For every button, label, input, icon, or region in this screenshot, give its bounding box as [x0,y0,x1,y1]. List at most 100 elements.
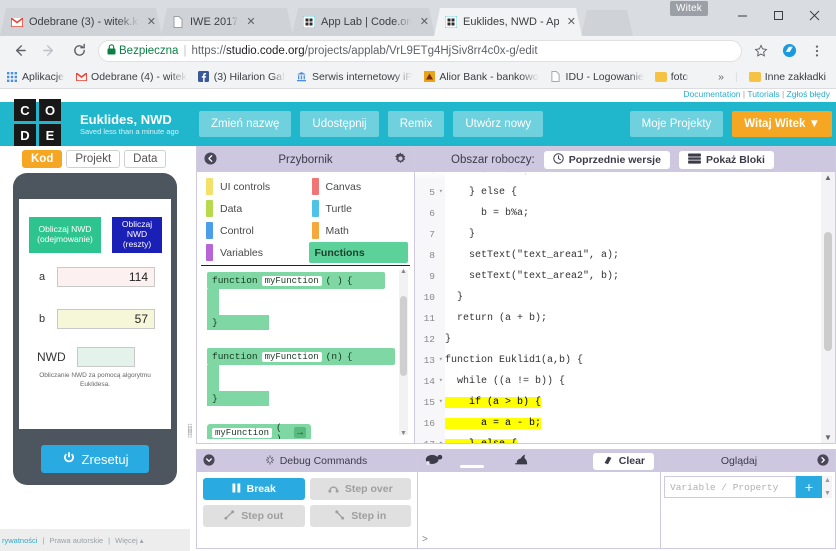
code-line[interactable]: return (a + b); [445,308,819,329]
scrollbar-thumb[interactable] [400,296,407,376]
bookmarks-overflow-button[interactable]: » [718,71,724,83]
bookmark-item[interactable]: Aplikacje [6,71,64,83]
tab-close-icon[interactable]: ✕ [147,17,156,28]
turtle-icon[interactable] [424,452,444,471]
code-line[interactable]: setText("text_area1", a); [445,245,819,266]
back-arrow-icon[interactable] [204,151,217,168]
create-new-button[interactable]: Utwórz nowy [453,111,544,137]
previous-versions-button[interactable]: Poprzednie wersje [543,150,670,169]
gear-icon[interactable] [394,151,407,168]
tab-close-icon[interactable]: ✕ [567,17,576,28]
block-name[interactable]: myFunction [261,275,322,286]
watch-input[interactable]: Variable / Property [664,476,796,498]
code-line[interactable]: while ((a != b)) { [445,371,819,392]
scroll-up-icon[interactable]: ▲ [400,268,407,275]
share-button[interactable]: Udostępnij [300,111,379,137]
clear-console-button[interactable]: Clear [592,452,655,470]
bookmark-item[interactable]: (3) Hilarion Gaf [198,71,285,83]
field-a-input[interactable]: 114 [57,267,155,287]
maximize-button[interactable] [760,0,796,30]
scroll-down-icon[interactable]: ▼ [400,430,407,437]
tab-data[interactable]: Data [124,150,167,168]
fold-marker[interactable]: ▾ [439,371,443,392]
code-line[interactable]: } [445,329,819,350]
remix-button[interactable]: Remix [387,111,445,137]
fold-marker[interactable]: ▾ [439,392,443,413]
browser-tab[interactable]: Odebrane (3) - witek.kra ✕ [0,8,162,36]
code-line[interactable]: } else { [445,434,819,443]
code-line[interactable]: setText("text_area2", b); [445,266,819,287]
scroll-down-icon[interactable]: ▼ [824,490,831,497]
close-button[interactable] [796,0,832,30]
reload-button[interactable] [68,40,90,62]
calc-subtract-button[interactable]: Obliczaj NWD (odejmowanie) [29,217,101,253]
tab-kod[interactable]: Kod [22,150,63,168]
bookmark-item[interactable]: Odebrane (4) - witek [75,71,187,83]
address-bar[interactable]: Bezpieczna | https://studio.code.org/pro… [98,39,742,62]
code-line[interactable]: } [445,224,819,245]
code-area[interactable]: 4 5▾ 6 7 8 9 10 11 12 13▾ 14▾ 15▾ [415,172,835,443]
category-variables[interactable]: Variables [203,242,303,263]
category-math[interactable]: Math [309,220,409,241]
bookmark-star-icon[interactable] [750,40,772,62]
code-text[interactable]: a = a%b; } else { b = b%a; } setText("te… [445,172,819,443]
block-call-function[interactable]: myFunction ( ) → [207,422,311,439]
break-button[interactable]: Break [203,478,305,500]
code-line[interactable]: a = a - b; [445,413,819,434]
my-projects-button[interactable]: Moje Projekty [629,111,724,137]
block-function-noargs[interactable]: function myFunction ( ) { } [207,272,385,330]
rename-button[interactable]: Zmień nazwę [199,111,292,137]
user-menu-button[interactable]: Witaj Witek ▼ [732,111,832,137]
step-over-button[interactable]: Step over [309,478,411,500]
extension-icon[interactable] [778,40,800,62]
watch-scrollbar[interactable]: ▲ ▼ [822,476,832,498]
browser-tab[interactable]: App Lab | Code.org ✕ [292,8,435,36]
chevron-down-icon[interactable] [203,453,215,469]
code-line[interactable]: function Euklid1(a,b) { [445,350,819,371]
forward-button[interactable] [38,40,60,62]
browser-tab[interactable]: IWE 2017 ✕ [161,8,293,36]
new-tab-button[interactable] [581,10,633,36]
documentation-link[interactable]: Documentation [683,89,740,99]
tab-close-icon[interactable]: ✕ [420,17,429,28]
chevron-right-icon[interactable] [817,453,829,469]
watch-add-button[interactable]: + [796,476,822,498]
scroll-up-icon[interactable]: ▲ [824,477,831,484]
rabbit-icon[interactable] [508,452,528,471]
category-turtle[interactable]: Turtle [309,198,409,219]
chrome-menu-icon[interactable] [806,40,828,62]
show-blocks-button[interactable]: Pokaż Bloki [678,150,774,169]
field-b-input[interactable]: 57 [57,309,155,329]
calc-modulo-button[interactable]: Obliczaj NWD (reszty) [112,217,162,253]
browser-tab-active[interactable]: Euklides, NWD - App Lab ✕ [434,8,582,36]
back-button[interactable] [8,40,30,62]
privacy-link[interactable]: rywatności [2,536,37,545]
code-line[interactable]: if (a > b) { [445,392,819,413]
more-link[interactable]: Więcej ▴ [115,536,143,545]
tab-close-icon[interactable]: ✕ [246,17,255,28]
block-name[interactable]: myFunction [261,351,322,362]
code-line[interactable]: b = b%a; [445,203,819,224]
copyright-link[interactable]: Prawa autorskie [49,536,103,545]
block-name[interactable]: myFunction [212,427,273,438]
minimize-button[interactable] [724,0,760,30]
slider-track[interactable] [460,465,485,468]
category-canvas[interactable]: Canvas [309,176,409,197]
fold-marker[interactable]: ▾ [439,182,443,203]
step-in-button[interactable]: Step in [309,505,411,527]
code-line[interactable]: } [445,287,819,308]
bookmark-item[interactable]: foto [654,71,688,83]
scroll-down-icon[interactable]: ▼ [824,433,832,442]
category-ui-controls[interactable]: UI controls [203,176,303,197]
block-function-arg[interactable]: function myFunction (n) { } [207,348,395,406]
step-out-button[interactable]: Step out [203,505,305,527]
reset-button[interactable]: Zresetuj [41,445,149,473]
bookmark-item[interactable]: Serwis internetowy iP [296,71,412,83]
tutorials-link[interactable]: Tutorials [747,89,779,99]
scroll-up-icon[interactable]: ▲ [824,173,832,182]
vertical-drag-handle[interactable]: ⣿ ⣿ ⣿ [187,424,193,438]
bookmark-item[interactable]: IDU - Logowanie [550,71,644,83]
editor-scrollbar[interactable]: ▲ ▼ [821,172,835,443]
speed-slider[interactable] [450,450,502,472]
tab-projekt[interactable]: Projekt [66,150,121,168]
